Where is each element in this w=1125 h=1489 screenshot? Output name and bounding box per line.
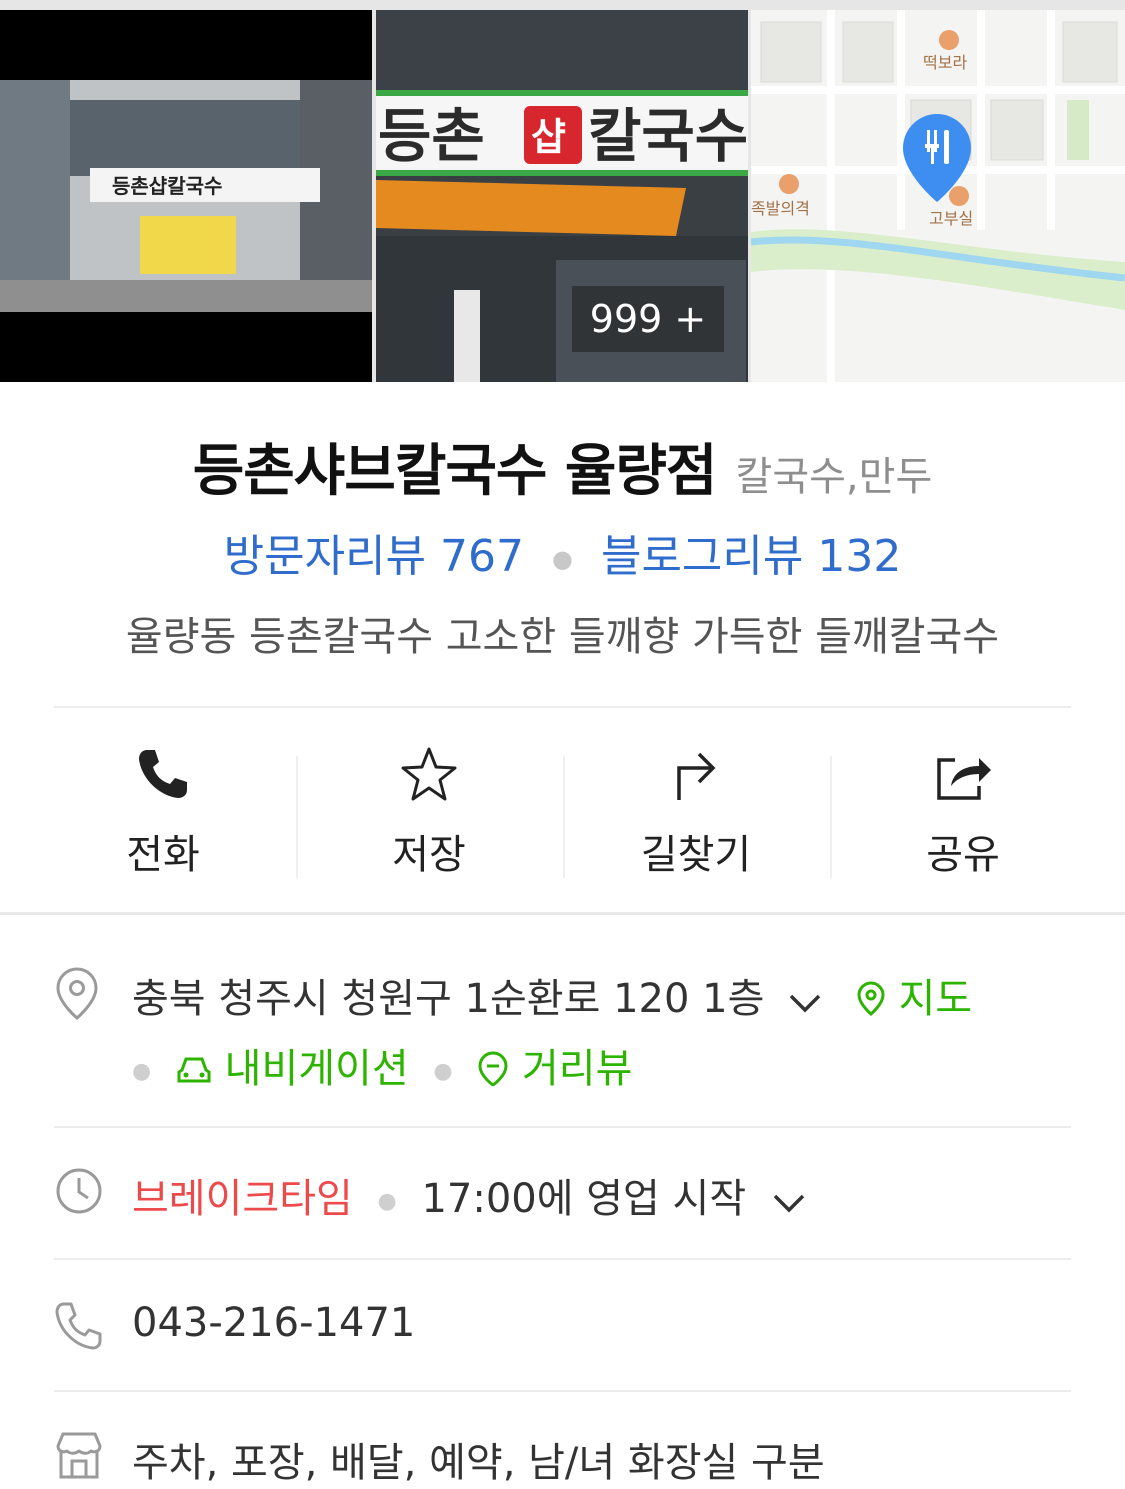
map-link-label: 지도 xyxy=(898,976,973,1022)
share-icon xyxy=(937,758,991,800)
address-text: 충북 청주시 청원구 1순환로 120 1층 xyxy=(132,976,765,1022)
amenities-text: 주차, 포장, 배달, 예약, 남/녀 화장실 구분 xyxy=(132,1440,825,1486)
call-button[interactable]: 전화 xyxy=(30,710,296,912)
streetview-label: 거리뷰 xyxy=(522,1046,633,1092)
map-label-1: 떡보라 xyxy=(923,53,967,72)
navigation-link[interactable]: 내비게이션 xyxy=(176,1046,421,1092)
address-row: 충북 청주시 청원구 1순환로 120 1층 지도 xyxy=(132,966,972,1024)
divider xyxy=(54,1126,1071,1128)
map-pin-icon xyxy=(857,981,885,1016)
clock-icon xyxy=(56,1168,102,1214)
location-icon xyxy=(56,967,98,1020)
storefront-photo[interactable]: 등촌샵칼국수 xyxy=(0,10,372,382)
call-label: 전화 xyxy=(126,832,200,878)
streetview-link[interactable]: 거리뷰 xyxy=(477,1046,632,1092)
store-icon xyxy=(56,1432,102,1479)
share-label: 공유 xyxy=(926,832,1000,878)
sign-text: 등촌샵칼국수 xyxy=(112,174,222,198)
hours-row[interactable]: 브레이크타임 ● 17:00에 영업 시작 xyxy=(132,1166,807,1224)
sign-large-text: 등촌 xyxy=(378,102,485,170)
separator-dot: ● xyxy=(377,1188,397,1214)
blog-reviews-link[interactable]: 블로그리뷰 132 xyxy=(601,531,901,582)
divider xyxy=(54,706,1071,708)
photo-count-badge[interactable]: 999 + xyxy=(572,286,724,352)
navigation-label: 내비게이션 xyxy=(224,1046,409,1092)
directions-icon xyxy=(677,752,716,800)
separator-dot: ● xyxy=(552,545,573,573)
place-header: 등촌샤브칼국수 율량점 칼국수,만두 xyxy=(0,426,1125,507)
directions-button[interactable]: 길찾기 xyxy=(563,710,829,912)
address-links-row: ● 내비게이션 ● 거리뷰 xyxy=(132,1036,632,1094)
place-name: 등촌샤브칼국수 율량점 xyxy=(192,439,718,504)
phone-icon xyxy=(139,750,187,798)
chevron-down-icon[interactable] xyxy=(771,1178,807,1224)
place-description: 율량동 등촌칼국수 고소한 들깨향 가득한 들깨칼국수 xyxy=(125,614,1000,660)
section-divider xyxy=(0,912,1125,915)
sign-badge-text: 샵 xyxy=(531,115,566,159)
streetview-icon xyxy=(478,1051,508,1087)
map-label-2: 족발의격 xyxy=(751,199,810,218)
directions-label: 길찾기 xyxy=(640,832,752,878)
place-category: 칼국수,만두 xyxy=(735,454,933,500)
sign-large-text-2: 칼국수 xyxy=(588,102,748,170)
map-label-3: 고부실 xyxy=(929,209,973,228)
visitor-reviews-link[interactable]: 방문자리뷰 767 xyxy=(224,531,524,582)
map-link[interactable]: 지도 xyxy=(856,976,972,1022)
hours-detail: 17:00에 영업 시작 xyxy=(421,1176,747,1222)
separator-dot: ● xyxy=(132,1058,152,1084)
hours-status: 브레이크타임 xyxy=(132,1176,353,1222)
separator-dot: ● xyxy=(433,1058,453,1084)
review-links: 방문자리뷰 767 ● 블로그리뷰 132 xyxy=(0,520,1125,584)
map-thumbnail[interactable]: 떡보라 족발의격 고부실 xyxy=(751,10,1125,382)
car-icon xyxy=(177,1057,211,1083)
divider xyxy=(54,1390,1071,1392)
save-button[interactable]: 저장 xyxy=(296,710,562,912)
action-bar: 전화 저장 길찾기 공유 xyxy=(30,710,1095,912)
star-icon xyxy=(401,747,457,801)
photo-strip: 등촌샵칼국수 등촌 샵 칼국수 999 + 떡보라 족발의격 고부실 xyxy=(0,0,1125,382)
save-label: 저장 xyxy=(392,832,466,878)
chevron-down-icon[interactable] xyxy=(787,978,823,1024)
phone-number[interactable]: 043-216-1471 xyxy=(132,1300,415,1346)
phone-outline-icon xyxy=(55,1302,102,1350)
divider xyxy=(54,1258,1071,1260)
share-button[interactable]: 공유 xyxy=(830,710,1096,912)
